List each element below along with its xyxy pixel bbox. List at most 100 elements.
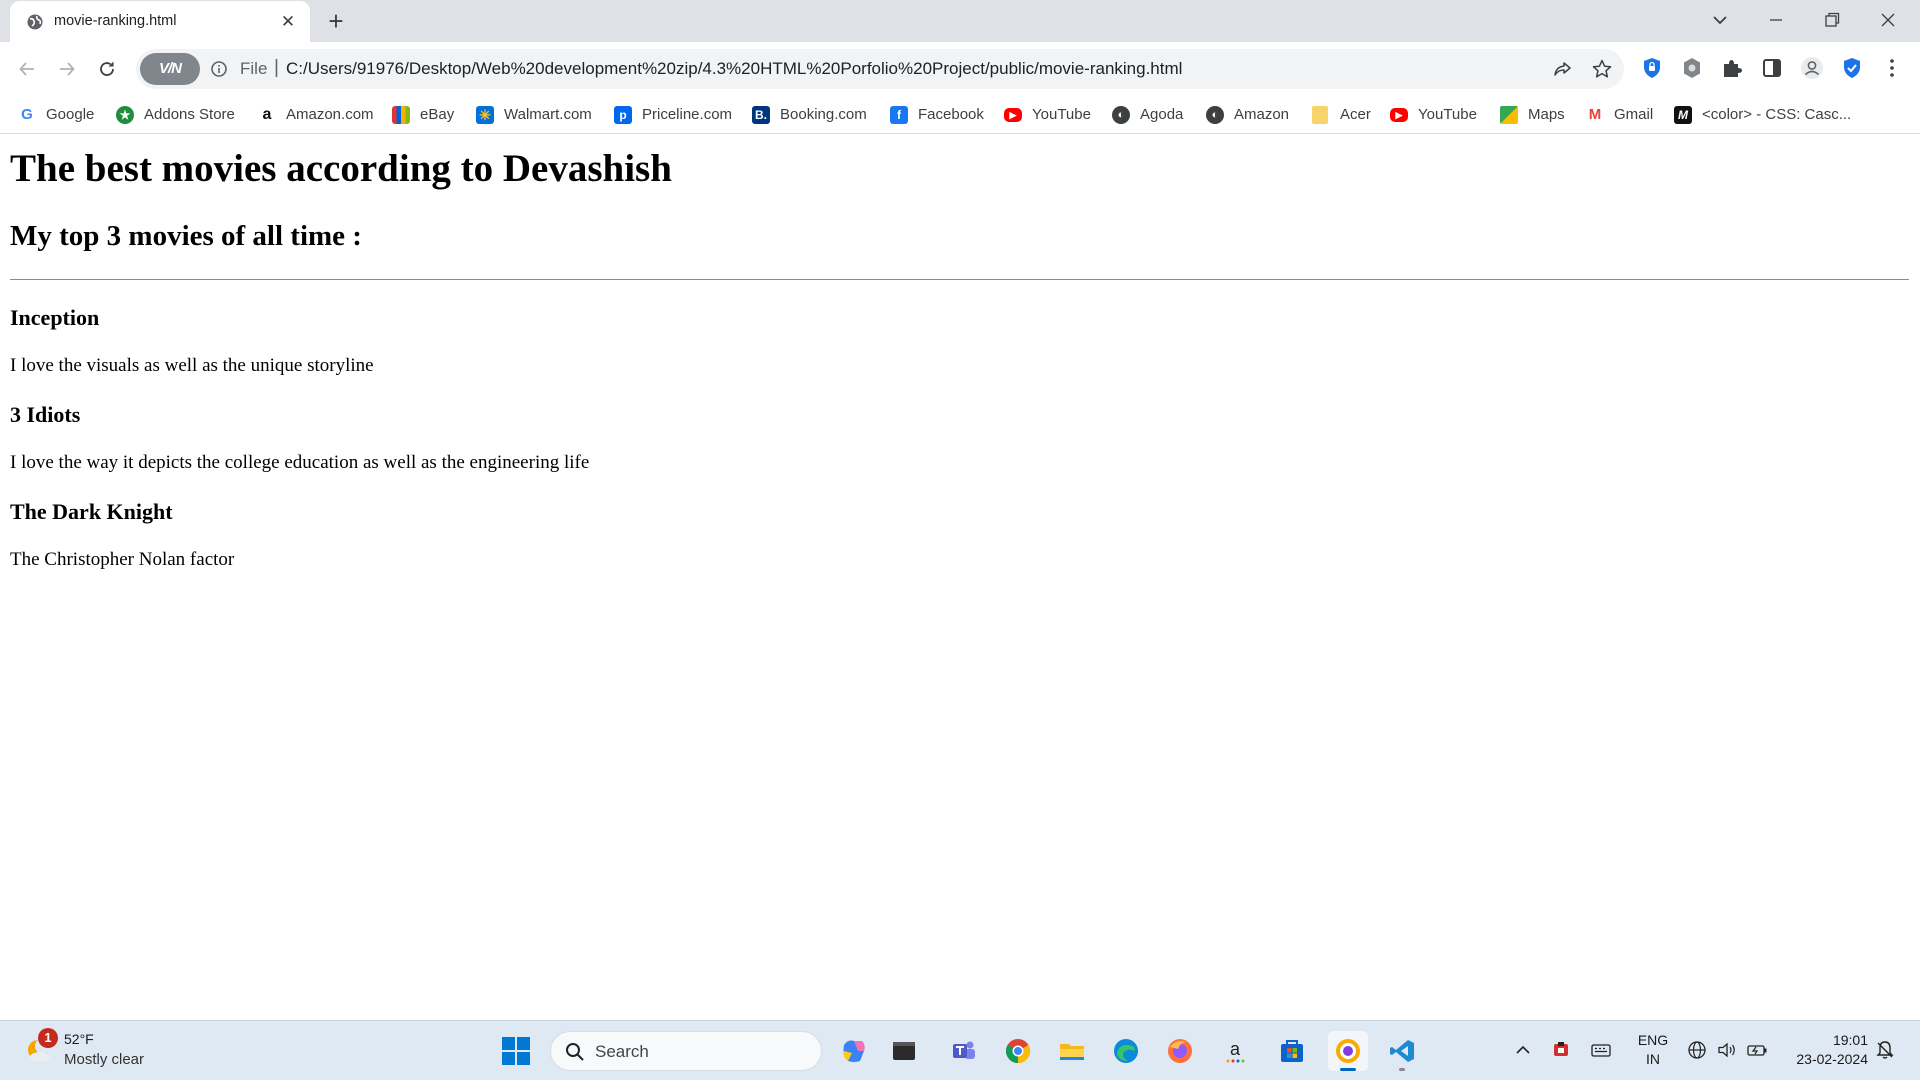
folder-icon <box>1060 1044 1084 1060</box>
search-icon <box>566 1043 584 1061</box>
url-text[interactable]: C:/Users/91976/Desktop/Web%20development… <box>286 59 1182 79</box>
taskbar-app-vscode[interactable] <box>1382 1031 1422 1071</box>
reload-button[interactable] <box>92 54 122 84</box>
new-tab-button[interactable]: + <box>322 8 350 36</box>
reload-icon <box>100 61 114 76</box>
page-title: The best movies according to Devashish <box>10 147 672 190</box>
movie-description: The Christopher Nolan factor <box>10 549 235 570</box>
divider <box>10 279 1909 280</box>
date-text: 23-02-2024 <box>1796 1051 1868 1067</box>
movie-title: 3 Idiots <box>10 402 81 427</box>
kebab-menu-icon[interactable] <box>1880 56 1904 80</box>
globe-icon: ◐ <box>1112 106 1130 124</box>
page-content: The best movies according to Devashish M… <box>0 135 1920 1020</box>
search-placeholder: Search <box>595 1042 649 1061</box>
side-panel-icon[interactable] <box>1760 56 1784 80</box>
tab-title: movie-ranking.html <box>54 13 177 29</box>
tab-strip: movie-ranking.html ✕ + <box>0 0 1920 42</box>
priceline-icon: p <box>614 106 632 124</box>
tab-close-icon[interactable]: ✕ <box>278 12 298 32</box>
restore-button[interactable] <box>1804 0 1860 40</box>
walmart-icon: ✳ <box>476 106 494 124</box>
booking-icon: B. <box>752 106 770 124</box>
taskbar-app-chrome-canary[interactable] <box>1328 1031 1368 1071</box>
close-window-button[interactable] <box>1860 0 1916 40</box>
taskbar-app-copilot[interactable] <box>834 1031 874 1071</box>
youtube-icon: ▶ <box>1004 108 1022 122</box>
windows-start-icon[interactable] <box>500 1035 532 1067</box>
forward-button[interactable] <box>52 54 82 84</box>
svg-text:a: a <box>1230 1039 1241 1059</box>
extension-gear-icon[interactable] <box>1680 56 1704 80</box>
edge-icon <box>1114 1039 1138 1063</box>
amazon-icon: a <box>1226 1039 1245 1063</box>
bookmark-star-icon[interactable] <box>1591 58 1613 80</box>
keyboard-icon[interactable] <box>1590 1039 1612 1061</box>
battery-icon[interactable] <box>1746 1039 1768 1061</box>
movie-title: Inception <box>10 305 100 330</box>
clock[interactable]: 19:01 23-02-2024 <box>1780 1031 1868 1069</box>
profile-avatar-icon[interactable] <box>1800 56 1824 80</box>
browser-active-icon <box>1336 1039 1360 1063</box>
taskbar-app-file-explorer[interactable] <box>1052 1031 1092 1071</box>
close-icon <box>1881 13 1895 27</box>
time-text: 19:01 <box>1832 1032 1868 1048</box>
input-language[interactable]: ENG IN <box>1636 1031 1670 1069</box>
addons-store-icon: ★ <box>116 106 134 124</box>
globe-icon <box>27 14 43 30</box>
teams-icon <box>953 1041 975 1059</box>
chrome-icon <box>1005 1039 1031 1063</box>
vpn-badge[interactable]: V/N <box>140 53 200 85</box>
network-globe-icon[interactable] <box>1686 1039 1708 1061</box>
taskbar-app-terminal[interactable] <box>884 1031 924 1071</box>
amazon-icon: a <box>262 106 272 123</box>
browser-tab[interactable]: movie-ranking.html ✕ <box>10 1 310 42</box>
taskbar-app-edge[interactable] <box>1106 1031 1146 1071</box>
shield-extension-icon[interactable] <box>1640 56 1664 80</box>
region-code: IN <box>1646 1051 1660 1067</box>
security-shield-icon[interactable] <box>1840 56 1864 80</box>
movie-title: The Dark Knight <box>10 499 173 524</box>
minimize-button[interactable] <box>1748 0 1804 40</box>
speaker-icon[interactable] <box>1716 1039 1738 1061</box>
maps-icon <box>1500 106 1518 124</box>
address-bar[interactable]: V/N File | C:/Users/91976/Desktop/Web%20… <box>136 49 1624 89</box>
taskbar-app-chrome[interactable] <box>998 1031 1038 1071</box>
folder-icon <box>1312 106 1328 124</box>
tab-search-chevron-icon[interactable] <box>1708 8 1732 32</box>
active-indicator <box>1340 1068 1356 1071</box>
taskbar-app-store[interactable] <box>1272 1031 1312 1071</box>
back-button[interactable] <box>12 54 42 84</box>
taskbar-search-box[interactable]: Search <box>550 1031 822 1071</box>
tray-app-icon[interactable] <box>1550 1039 1572 1061</box>
language-code: ENG <box>1637 1032 1669 1048</box>
url-scheme-label: File <box>240 59 268 78</box>
open-indicator <box>1399 1068 1405 1071</box>
taskbar: 1 52°F Mostly clear Search a ENG IN 19:0… <box>0 1020 1920 1080</box>
url-separator: | <box>274 57 279 78</box>
share-icon[interactable] <box>1552 58 1574 80</box>
notification-badge: 1 <box>38 1028 58 1048</box>
terminal-icon <box>893 1042 915 1060</box>
weather-temperature: 52°F <box>64 1031 94 1047</box>
ebay-icon <box>392 106 410 124</box>
facebook-icon: f <box>890 106 908 124</box>
taskbar-app-amazon[interactable]: a <box>1216 1031 1256 1071</box>
store-icon <box>1281 1040 1303 1062</box>
copilot-icon <box>843 1040 865 1062</box>
movie-description: I love the visuals as well as the unique… <box>10 355 374 376</box>
page-subtitle: My top 3 movies of all time : <box>10 220 362 252</box>
mdn-icon: M <box>1674 106 1692 124</box>
movie-description: I love the way it depicts the college ed… <box>10 452 590 473</box>
firefox-icon <box>1168 1039 1192 1063</box>
vscode-icon <box>1390 1040 1414 1062</box>
puzzle-icon[interactable] <box>1720 56 1744 80</box>
taskbar-app-teams[interactable] <box>944 1031 984 1071</box>
bookmarks-bar: G Google ★ Addons Store a Amazon.com eBa… <box>0 96 1920 134</box>
taskbar-app-firefox[interactable] <box>1160 1031 1200 1071</box>
chevron-up-icon[interactable] <box>1512 1039 1534 1061</box>
info-icon[interactable] <box>210 60 228 78</box>
restore-icon <box>1825 12 1840 27</box>
google-icon: G <box>21 106 33 123</box>
notification-bell-icon[interactable] <box>1874 1039 1896 1061</box>
